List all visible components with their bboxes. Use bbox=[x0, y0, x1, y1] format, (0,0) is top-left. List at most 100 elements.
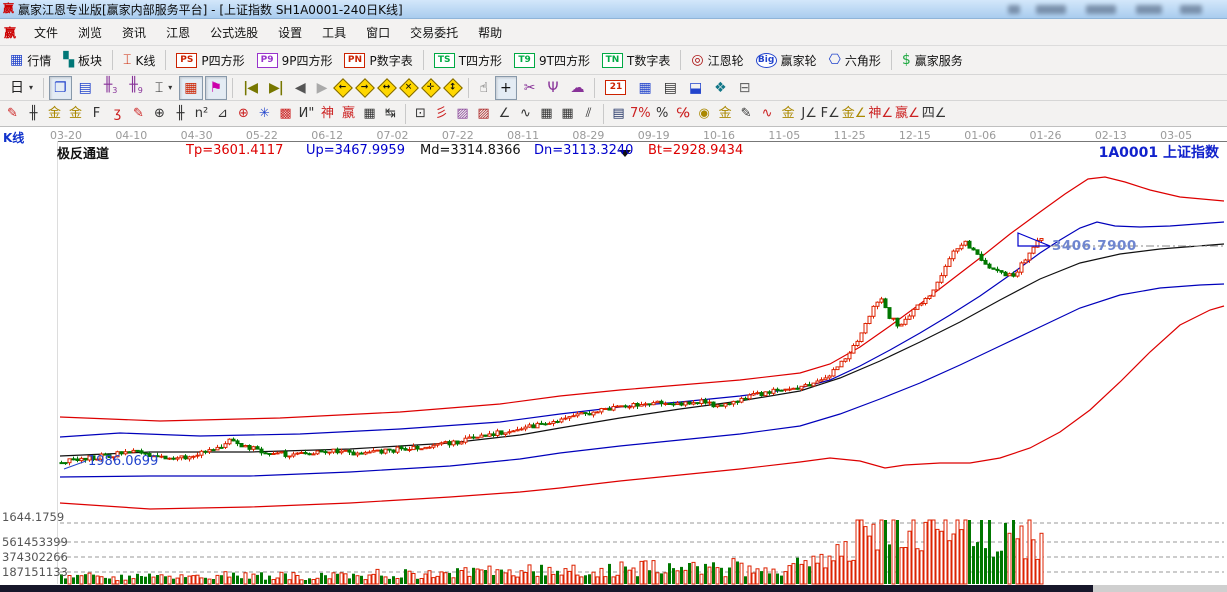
draw-tool-angle-lines-icon[interactable]: ∠ bbox=[494, 102, 515, 125]
menu-item-帮助[interactable]: 帮助 bbox=[468, 20, 512, 45]
menu-item-江恩[interactable]: 江恩 bbox=[156, 20, 200, 45]
draw-tool-f-angle-icon[interactable]: F∠ bbox=[820, 102, 841, 125]
network-icon[interactable]: ❖ bbox=[709, 76, 732, 100]
menu-item-浏览[interactable]: 浏览 bbox=[68, 20, 112, 45]
toolbar-button-quotes[interactable]: ▦行情 bbox=[5, 48, 56, 72]
draw-tool-list-panel-icon[interactable]: ▤ bbox=[608, 102, 629, 125]
draw-tool-gold-ruler-2-icon[interactable]: 金 bbox=[65, 102, 86, 125]
measure-tool-icon[interactable]: ✂ bbox=[519, 76, 541, 100]
scrollbar-thumb[interactable] bbox=[0, 585, 1093, 592]
toolbar-button-9t-square[interactable]: T99T四方形 bbox=[509, 48, 595, 72]
print-icon[interactable]: ⊟ bbox=[734, 76, 756, 100]
draw-tool-ying-tool-icon[interactable]: 嬴 bbox=[338, 102, 359, 125]
toolbar-button-winner-service[interactable]: $赢家服务 bbox=[897, 48, 968, 72]
toolbar-button-p-square[interactable]: PSP四方形 bbox=[171, 48, 249, 72]
save-icon[interactable]: ⬓ bbox=[684, 76, 707, 100]
menu-item-工具[interactable]: 工具 bbox=[312, 20, 356, 45]
last-page-icon[interactable]: ▶| bbox=[264, 76, 288, 100]
draw-tool-pen-2-icon[interactable]: ✎ bbox=[128, 102, 149, 125]
crosshair-tool-icon[interactable]: + bbox=[495, 76, 517, 100]
bars-9-icon[interactable]: ╫9 bbox=[124, 76, 148, 100]
draw-tool-shen-angle-icon[interactable]: 神∠ bbox=[867, 102, 894, 125]
draw-tool-star-cycle-icon[interactable]: ✳ bbox=[254, 102, 275, 125]
draw-tool-wave-mark-icon[interactable]: И" bbox=[296, 102, 317, 125]
draw-tool-spiral-icon[interactable]: ʒ bbox=[107, 102, 128, 125]
report-notes-icon[interactable]: ▤ bbox=[659, 76, 682, 100]
calendar-icon[interactable]: 21 bbox=[600, 76, 631, 100]
shift-right-icon[interactable]: → bbox=[356, 78, 376, 98]
draw-tool-parallel-lines-icon[interactable]: ⫽ bbox=[578, 102, 599, 125]
menu-item-资讯[interactable]: 资讯 bbox=[112, 20, 156, 45]
toolbar-button-9p-square[interactable]: P99P四方形 bbox=[252, 48, 338, 72]
draw-tool-percent-7-icon[interactable]: 7% bbox=[629, 102, 652, 125]
draw-tool-fan-red-icon[interactable]: 彡 bbox=[431, 102, 452, 125]
menu-item-设置[interactable]: 设置 bbox=[268, 20, 312, 45]
draw-tool-angle-mirror-icon[interactable]: ⊿ bbox=[212, 102, 233, 125]
draw-tool-fan-box-icon[interactable]: ▩ bbox=[275, 102, 296, 125]
draw-tool-j-angle-icon[interactable]: J∠ bbox=[799, 102, 820, 125]
draw-tool-ying-angle-icon[interactable]: 嬴∠ bbox=[894, 102, 921, 125]
draw-tool-ruler-icon[interactable]: ╫ bbox=[23, 102, 44, 125]
draw-tool-fib-ruler-icon[interactable]: F bbox=[86, 102, 107, 125]
expand-vertical-icon[interactable]: ↕ bbox=[444, 78, 464, 98]
draw-tool-span-arrows-icon[interactable]: ↹ bbox=[380, 102, 401, 125]
first-page-icon[interactable]: |◀ bbox=[238, 76, 262, 100]
bars-3-icon[interactable]: ╫3 bbox=[99, 76, 123, 100]
expand-horizontal-icon[interactable]: ↔ bbox=[378, 78, 398, 98]
toolbar-button-p-number-table[interactable]: PNP数字表 bbox=[339, 48, 417, 72]
toolbar-button-sectors[interactable]: ▚板块 bbox=[58, 48, 107, 72]
draw-tool-n-square-icon[interactable]: n² bbox=[191, 102, 212, 125]
info-panel-icon[interactable]: ▤ bbox=[74, 76, 97, 100]
draw-tool-percent-icon[interactable]: % bbox=[652, 102, 673, 125]
candle-style-icon[interactable]: ⌶▾ bbox=[150, 76, 177, 100]
pitchfork-tool-icon[interactable]: Ψ bbox=[542, 76, 563, 100]
draw-tool-grid-icon[interactable]: ▦ bbox=[536, 102, 557, 125]
menu-item-交易委托[interactable]: 交易委托 bbox=[400, 20, 468, 45]
draw-tool-si-angle-icon[interactable]: 四∠ bbox=[921, 102, 948, 125]
draw-tool-number-grid-icon[interactable]: ▦ bbox=[359, 102, 380, 125]
draw-tool-gold-underline-icon[interactable]: 金 bbox=[778, 102, 799, 125]
draw-tool-wave-red-icon[interactable]: ∿ bbox=[757, 102, 778, 125]
toolbar-button-kline[interactable]: ⌶K线 bbox=[118, 48, 160, 72]
toolbar-button-winner-wheel[interactable]: Big赢家轮 bbox=[751, 48, 822, 72]
pattern-tool-icon[interactable]: ▦ bbox=[179, 76, 202, 100]
window-layout-icon[interactable]: ❐ bbox=[49, 76, 72, 100]
shift-left-icon[interactable]: ← bbox=[334, 78, 354, 98]
menu-item-文件[interactable]: 文件 bbox=[24, 20, 68, 45]
menu-item-窗口[interactable]: 窗口 bbox=[356, 20, 400, 45]
draw-tool-gold-ruler-1-icon[interactable]: 金 bbox=[44, 102, 65, 125]
toolbar-button-t-number-table[interactable]: TNT数字表 bbox=[597, 48, 675, 72]
draw-tool-box-tool-icon[interactable]: ⊡ bbox=[410, 102, 431, 125]
draw-tool-fan-dark-icon[interactable]: ▨ bbox=[473, 102, 494, 125]
draw-tool-grid-shift-icon[interactable]: ▦ bbox=[557, 102, 578, 125]
draw-tool-zigzag-icon[interactable]: ∿ bbox=[515, 102, 536, 125]
color-chart-icon[interactable]: ⚑ bbox=[205, 76, 228, 100]
draw-tool-percent-lines-icon[interactable]: ℅ bbox=[673, 102, 694, 125]
next-bar-icon[interactable]: ▶ bbox=[312, 76, 332, 100]
smart-analysis-icon[interactable]: ☁ bbox=[565, 76, 589, 100]
next-bar-glyph: ▶ bbox=[317, 81, 327, 95]
draw-tool-pen-meter-icon[interactable]: ✎ bbox=[736, 102, 757, 125]
draw-tool-ruler-2-icon[interactable]: ╫ bbox=[170, 102, 191, 125]
draw-tool-cycle-icon[interactable]: ⊕ bbox=[149, 102, 170, 125]
draw-tool-cycle-red-icon[interactable]: ⊕ bbox=[233, 102, 254, 125]
toolbar-button-hexagon[interactable]: ⎔六角形 bbox=[824, 48, 886, 72]
period-day-selector-icon[interactable]: 日▾ bbox=[5, 76, 38, 100]
prev-bar-icon[interactable]: ◀ bbox=[290, 76, 310, 100]
draw-tool-shen-tool-icon[interactable]: 神 bbox=[317, 102, 338, 125]
hand-tool-icon[interactable]: ☝ bbox=[474, 76, 493, 100]
draw-tool-gold-angle-icon[interactable]: 金∠ bbox=[841, 102, 868, 125]
kline-tab-label[interactable]: K线 bbox=[3, 129, 24, 146]
draw-tool-gold-lines-icon[interactable]: 金 bbox=[715, 102, 736, 125]
menu-item-公式选股[interactable]: 公式选股 bbox=[200, 20, 268, 45]
calculator-icon[interactable]: ▦ bbox=[633, 76, 656, 100]
expand-icon[interactable]: ✛ bbox=[422, 78, 442, 98]
compress-icon[interactable]: ✕ bbox=[400, 78, 420, 98]
draw-tool-gann-pen-icon[interactable]: ✎ bbox=[2, 102, 23, 125]
horizontal-scrollbar[interactable] bbox=[0, 585, 1227, 592]
toolbar-button-t-square[interactable]: TST四方形 bbox=[429, 48, 507, 72]
draw-tool-fan-purple-icon[interactable]: ▨ bbox=[452, 102, 473, 125]
draw-tool-gold-circle-icon[interactable]: ◉ bbox=[694, 102, 715, 125]
menubar: 嬴 文件浏览资讯江恩公式选股设置工具窗口交易委托帮助 bbox=[0, 19, 1227, 46]
toolbar-button-gann-wheel[interactable]: ◎江恩轮 bbox=[686, 48, 748, 72]
